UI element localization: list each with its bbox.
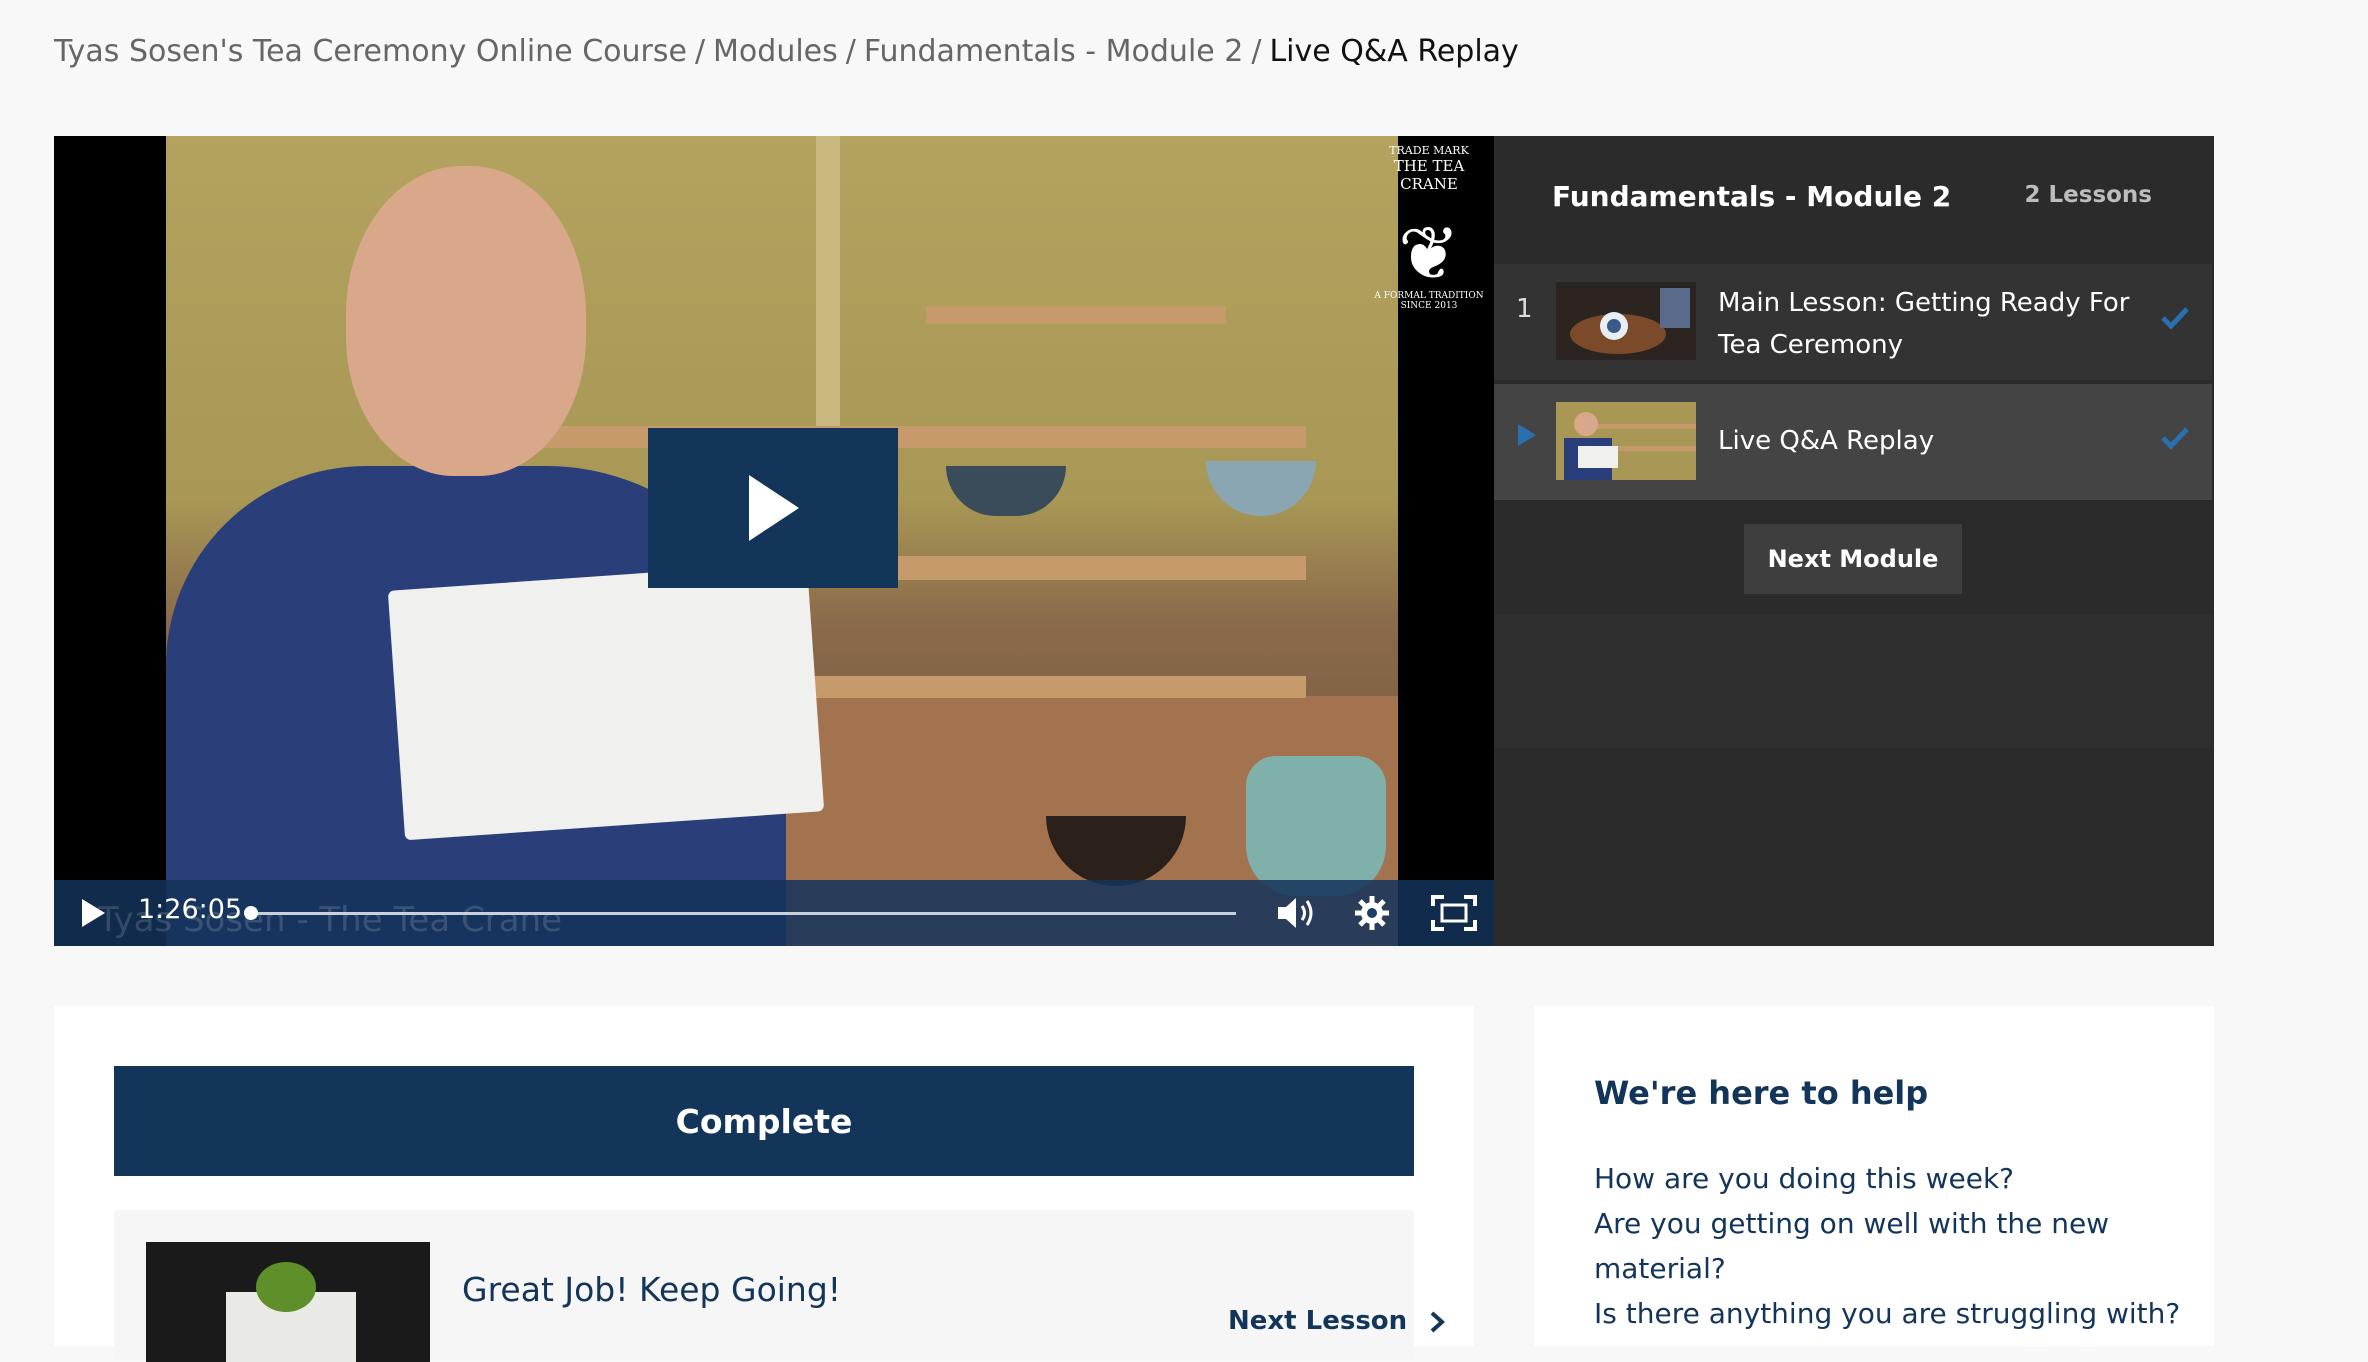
logo-subtitle: A FORMAL TRADITION SINCE 2013 xyxy=(1374,291,1484,311)
crane-icon: ❦ xyxy=(1397,211,1460,297)
breadcrumb: Tyas Sosen's Tea Ceremony Online Course /… xyxy=(54,34,1519,69)
settings-gear-icon[interactable] xyxy=(1353,894,1391,932)
next-lesson-thumbnail xyxy=(146,1242,430,1362)
completed-check-icon xyxy=(2161,307,2189,330)
help-line: Is there anything you are struggling wit… xyxy=(1594,1297,2181,1330)
complete-button[interactable]: Complete xyxy=(114,1066,1414,1176)
progress-handle[interactable] xyxy=(244,906,258,920)
thumbnail-matcha-bowl xyxy=(256,1262,316,1312)
volume-icon[interactable] xyxy=(1276,894,1316,932)
help-title: We're here to help xyxy=(1594,1074,1929,1112)
video-scene-person-head xyxy=(346,166,586,476)
video-scene-cloth xyxy=(387,561,825,841)
breadcrumb-course-link[interactable]: Tyas Sosen's Tea Ceremony Online Course xyxy=(54,34,687,69)
now-playing-icon xyxy=(1518,424,1536,446)
breadcrumb-separator: / xyxy=(845,34,856,69)
video-scene-shelf xyxy=(926,306,1226,324)
help-text: How are you doing this week? Are you get… xyxy=(1594,1156,2184,1336)
tea-crane-logo: TRADE MARK THE TEA CRANE ❦ A FORMAL TRAD… xyxy=(1364,136,1494,311)
lesson-thumbnail xyxy=(1556,402,1696,480)
breadcrumb-current: Live Q&A Replay xyxy=(1269,34,1519,69)
breadcrumb-separator: / xyxy=(694,34,706,69)
logo-name: THE TEA CRANE xyxy=(1393,157,1465,193)
breadcrumb-module-link[interactable]: Fundamentals - Module 2 xyxy=(864,34,1243,69)
play-icon[interactable] xyxy=(80,898,106,928)
chevron-right-icon xyxy=(1430,1311,1446,1332)
completed-check-icon xyxy=(2161,427,2189,450)
video-controls: Tyas Sosen - The Tea Crane 1:26:05 xyxy=(54,880,1494,946)
encouragement-text: Great Job! Keep Going! xyxy=(462,1270,842,1309)
breadcrumb-modules-link[interactable]: Modules xyxy=(713,34,838,69)
fullscreen-icon[interactable] xyxy=(1430,894,1478,932)
time-display: 1:26:05 xyxy=(138,894,243,925)
video-player[interactable]: TRADE MARK THE TEA CRANE ❦ A FORMAL TRAD… xyxy=(54,136,1494,946)
lesson-title: Live Q&A Replay xyxy=(1718,426,1935,456)
lesson-title: Main Lesson: Getting Ready For Tea Cerem… xyxy=(1718,288,2130,360)
help-card: We're here to help How are you doing thi… xyxy=(1534,1006,2214,1346)
help-line: Are you getting on well with the new mat… xyxy=(1594,1207,2110,1285)
lesson-item-active[interactable]: Live Q&A Replay xyxy=(1494,384,2212,500)
video-scene-bowl xyxy=(946,466,1066,516)
big-play-button[interactable] xyxy=(648,428,898,588)
lesson-actions-card: Complete Great Job! Keep Going! Next Les… xyxy=(54,1006,1474,1362)
lesson-count: 2 Lessons xyxy=(2024,182,2152,208)
panel-footer xyxy=(1494,614,2212,748)
video-scene-bowl xyxy=(1206,461,1316,516)
help-line: How are you doing this week? xyxy=(1594,1162,2015,1195)
module-title: Fundamentals - Module 2 xyxy=(1552,180,1952,213)
lesson-item[interactable]: 1 Main Lesson: Getting Ready For Tea Cer… xyxy=(1494,264,2212,380)
next-lesson-box: Great Job! Keep Going! Next Lesson xyxy=(114,1210,1446,1362)
next-module-button[interactable]: Next Module xyxy=(1744,524,1962,594)
lesson-number: 1 xyxy=(1516,294,1533,324)
lesson-panel: Fundamentals - Module 2 2 Lessons 1 Main… xyxy=(1494,136,2214,946)
breadcrumb-separator: / xyxy=(1251,34,1262,69)
play-icon xyxy=(749,475,799,541)
logo-trademark: TRADE MARK xyxy=(1389,144,1469,157)
lesson-thumbnail xyxy=(1556,282,1696,360)
video-scene-jar xyxy=(1246,756,1386,896)
progress-track[interactable] xyxy=(250,912,1236,915)
